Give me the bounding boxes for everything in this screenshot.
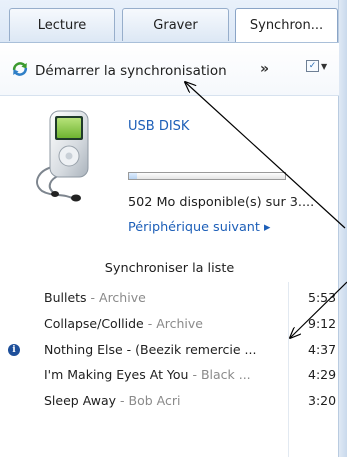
tab-strip: Lecture Graver Synchron... [0,0,347,43]
list-item[interactable]: i Nothing Else - (Beezik remercie ... 4:… [0,342,339,364]
track-duration: 4:37 [308,342,337,357]
sync-list-header: Synchroniser la liste [104,261,235,276]
track-album: - Archive [86,290,146,305]
more-commands-button[interactable]: » [260,61,269,77]
sync-options-button[interactable]: ✓ ▼ [306,60,327,72]
info-icon[interactable]: i [8,344,20,356]
track-duration: 3:20 [308,393,337,408]
media-player-device-icon [30,105,110,205]
free-space-text: 502 Mo disponible(s) sur 3.... [128,195,315,210]
track-duration: 4:29 [308,367,337,382]
tab-label: Synchron... [249,18,324,33]
next-device-link[interactable]: Périphérique suivant ▸ [128,220,270,235]
tab-label: Lecture [37,17,87,33]
track-album: - Bob Acri [116,393,181,408]
sync-toolbar: Démarrer la synchronisation » ✓ ▼ [0,43,339,96]
tab-label: Graver [153,17,198,33]
check-list-icon: ✓ [306,60,319,72]
pane-scroll-edge [338,0,347,457]
tab-synchroniser[interactable]: Synchron... [235,8,338,42]
start-sync-button[interactable]: Démarrer la synchronisation [12,61,227,80]
track-duration: 5:53 [308,290,337,305]
track-album: - Black ... [188,367,251,382]
tab-lecture[interactable]: Lecture [9,8,115,41]
list-item[interactable]: Bullets - Archive 5:53 [0,290,339,312]
list-item[interactable]: Collapse/Collide - Archive 9:12 [0,316,339,338]
capacity-bar [128,172,286,180]
track-duration: 9:12 [308,316,337,331]
track-title: Bullets - Archive [44,290,146,305]
device-name: USB DISK [128,119,190,134]
track-title: I'm Making Eyes At You - Black ... [44,367,251,382]
track-album: - Archive [143,316,203,331]
start-sync-label: Démarrer la synchronisation [35,62,227,79]
chevron-down-icon: ▼ [321,61,328,71]
track-title: Sleep Away - Bob Acri [44,393,181,408]
track-title: Collapse/Collide - Archive [44,316,203,331]
list-item[interactable]: I'm Making Eyes At You - Black ... 4:29 [0,367,339,389]
track-title: Nothing Else - (Beezik remercie ... [44,342,257,357]
sync-icon [12,61,28,80]
capacity-bar-fill [129,173,137,179]
list-item[interactable]: Sleep Away - Bob Acri 3:20 [0,393,339,415]
tab-graver[interactable]: Graver [122,8,229,41]
